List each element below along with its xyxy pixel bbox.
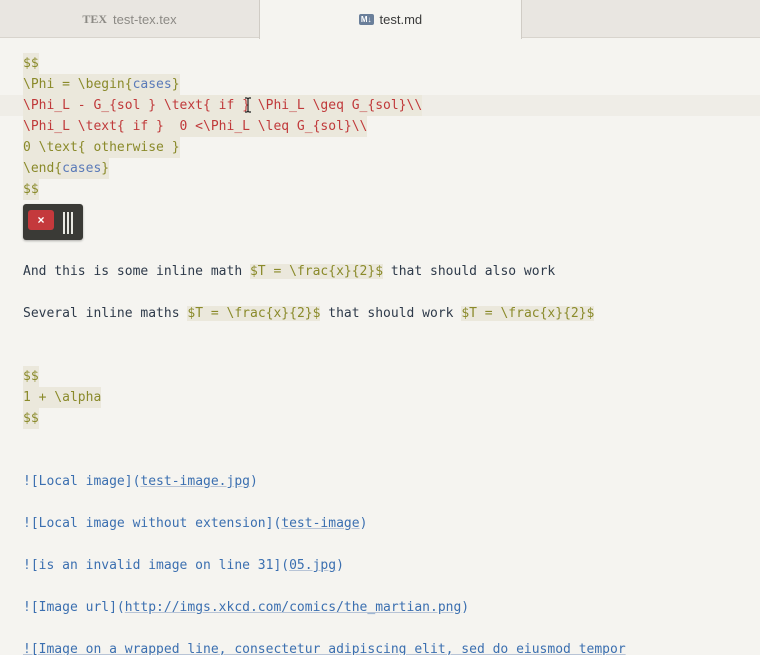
code-line: $$ [23,179,39,200]
link-text: ) [461,600,470,615]
code-text: } [101,161,110,176]
code-text: } [171,77,180,92]
plain-text: Several inline maths [23,306,188,321]
link-url[interactable]: test-image.jpg [140,474,250,489]
link-text: ) [249,474,258,489]
tex-file-icon: TEX [82,11,108,26]
tab-label: test.md [379,12,423,27]
inline-math: $T = \frac{x}{2}$ [249,264,384,279]
code-line: \Phi_L \text{ if } 0 <\Phi_L \leq G_{sol… [23,116,368,137]
tab-bar: TEX test-tex.tex M↓ test.md [0,0,760,39]
drag-handle-icon[interactable] [63,212,75,234]
markdown-file-icon: M↓ [358,14,374,25]
math-preview-widget: × [23,204,83,240]
tab-test-md[interactable]: M↓ test.md [259,0,522,39]
image-link-line: ![Local image](test-image.jpg) [23,471,258,492]
link-text: ![Local image]( [23,474,141,489]
image-link-line: ![Image url](http://imgs.xkcd.com/comics… [23,597,469,618]
inline-math: $T = \frac{x}{2}$ [187,306,321,321]
code-text: \Phi = \begin{ [23,77,133,92]
link-text: ![Image on a wrapped line, consectetur a… [23,642,626,655]
link-url[interactable]: 05.jpg [289,558,336,573]
editor[interactable]: $$ \Phi = \begin{cases} \Phi_L - G_{sol … [0,52,760,655]
image-link-line: ![Image on a wrapped line, consectetur a… [23,639,626,655]
link-text: ![is an invalid image on line 31]( [23,558,290,573]
tab-label: test-tex.tex [113,11,177,27]
plain-text: that should work [320,306,462,321]
text-cursor-icon [245,97,251,113]
code-line: \Phi_L - G_{sol } \text{ if } \Phi_L \ge… [23,95,423,116]
code-line: 0 \text{ otherwise } [23,137,180,158]
image-link-line: ![Local image without extension](test-im… [23,513,367,534]
inline-math: $T = \frac{x}{2}$ [461,306,595,321]
image-link-line: ![is an invalid image on line 31](05.jpg… [23,555,344,576]
code-line: $$ [23,53,39,74]
code-line: 1 + \alpha [23,387,102,408]
tab-test-tex[interactable]: TEX test-tex.tex [0,0,259,38]
code-line: \Phi = \begin{cases} [23,74,180,95]
close-icon: × [37,213,45,227]
code-keyword: cases [132,77,172,92]
close-button[interactable]: × [28,210,54,230]
code-line: $$ [23,366,39,387]
link-text: ![Local image without extension]( [23,516,282,531]
link-text: ) [359,516,368,531]
link-url[interactable]: http://imgs.xkcd.com/comics/the_martian.… [125,600,462,615]
plain-text: that should also work [383,264,556,279]
code-line: $$ [23,408,39,429]
text-line: Several inline maths $T = \frac{x}{2}$ t… [23,303,595,324]
link-text: ) [336,558,344,573]
plain-text: And this is some inline math [23,264,250,279]
code-keyword: cases [62,161,102,176]
code-line: \end{cases} [23,158,110,179]
text-line: And this is some inline math $T = \frac{… [23,261,555,282]
link-url[interactable]: test-image [281,516,359,531]
link-text: ![Image url]( [23,600,125,615]
code-text: \end{ [23,161,63,176]
